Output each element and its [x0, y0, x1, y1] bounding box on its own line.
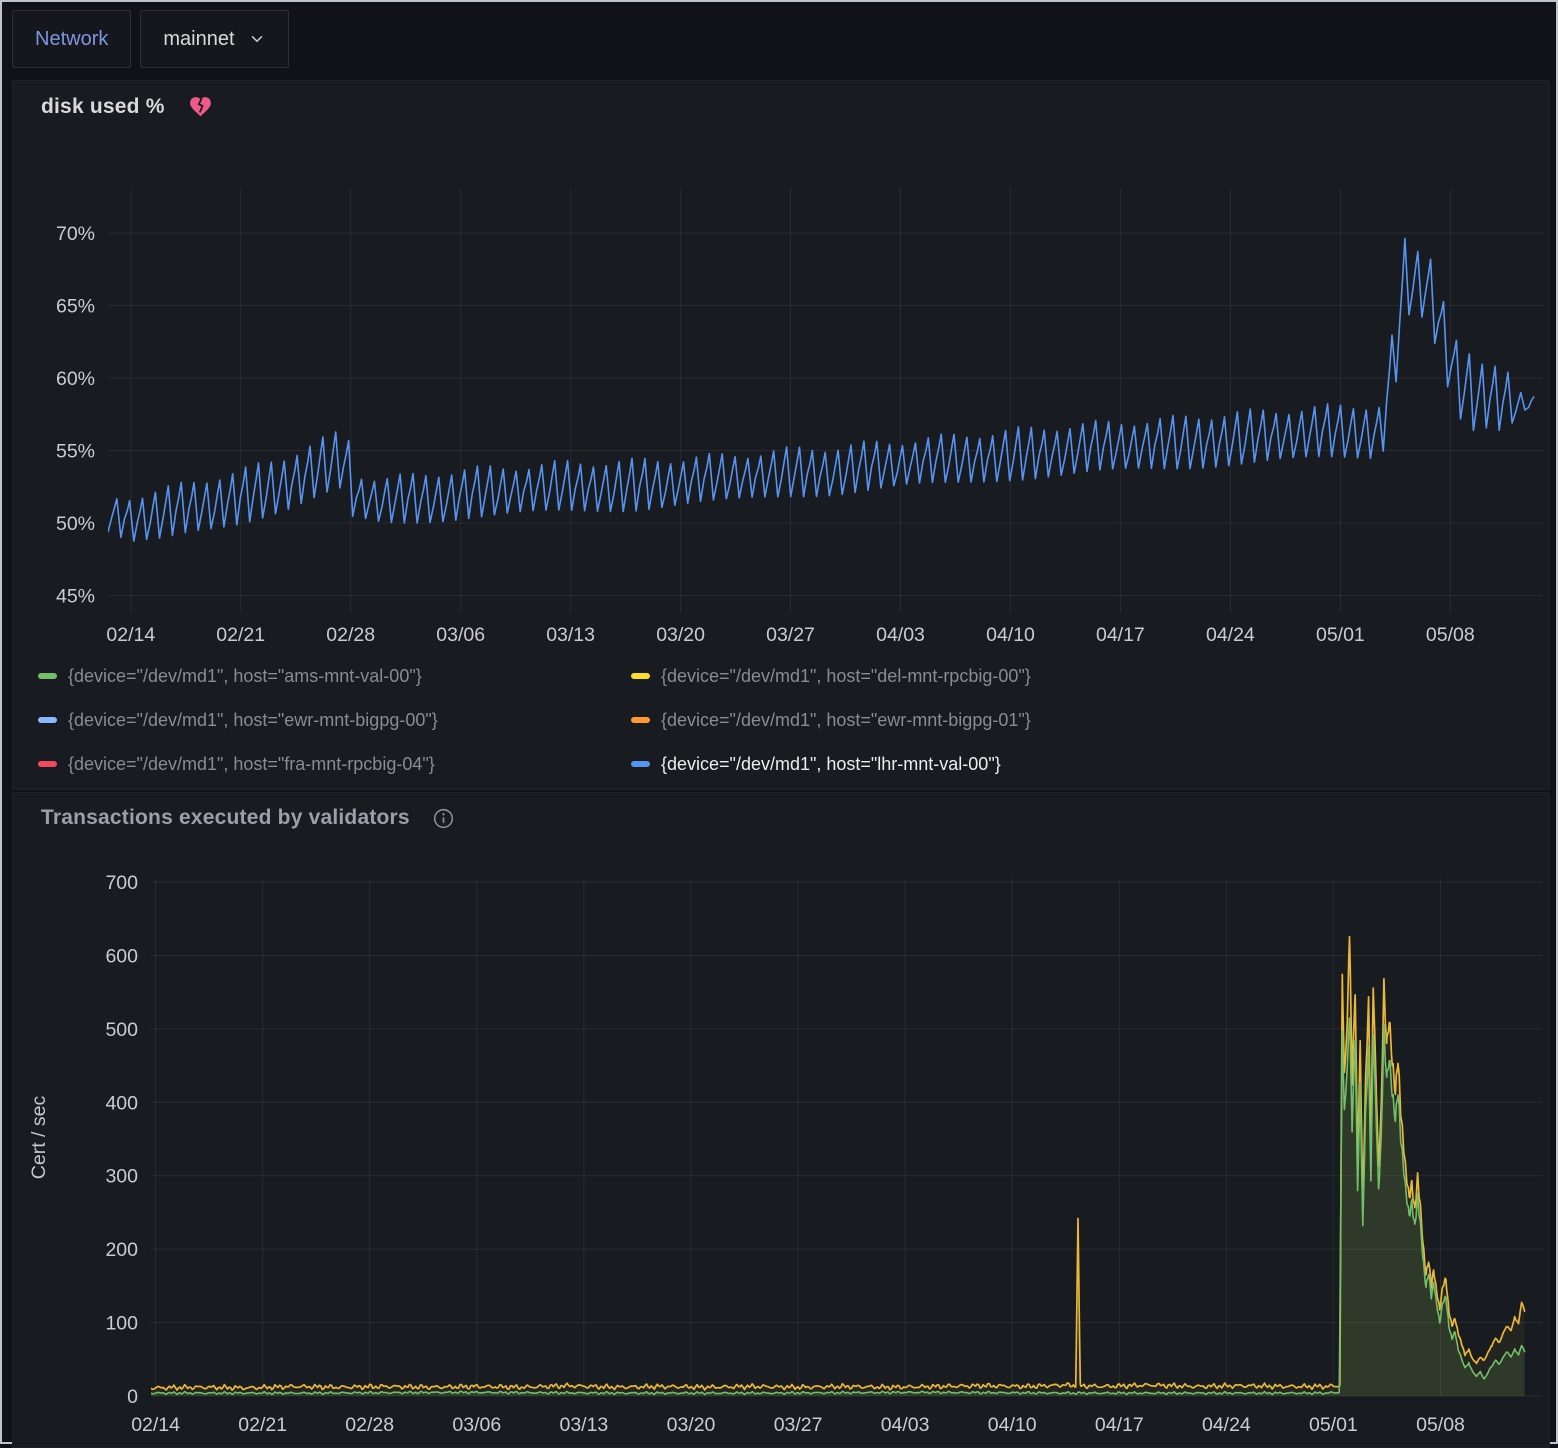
svg-text:02/21: 02/21: [216, 624, 265, 646]
svg-text:45%: 45%: [56, 586, 95, 608]
svg-text:05/01: 05/01: [1316, 624, 1365, 646]
svg-text:05/08: 05/08: [1416, 1414, 1465, 1436]
svg-text:05/01: 05/01: [1309, 1414, 1358, 1436]
svg-text:03/06: 03/06: [452, 1414, 501, 1436]
variable-selected-value[interactable]: mainnet: [163, 28, 234, 51]
legend-label: {device="/dev/md1", host="ams-mnt-val-00…: [68, 666, 422, 687]
disk-used-chart[interactable]: 02/14 02/21 02/28 03/06 03/13 03/20 03/27 04/03…: [13, 81, 1551, 659]
series-color-chip: [631, 673, 650, 679]
variable-toolbar: Network mainnet: [12, 10, 289, 68]
legend-item[interactable]: {device="/dev/md1", host="ams-mnt-val-00…: [38, 661, 631, 691]
chart-legend: {device="/dev/md1", host="ams-mnt-val-00…: [13, 661, 1551, 779]
svg-text:03/20: 03/20: [656, 624, 705, 646]
panel-title-transactions[interactable]: Transactions executed by validators: [41, 806, 410, 830]
svg-text:70%: 70%: [56, 223, 95, 245]
svg-text:04/10: 04/10: [988, 1414, 1037, 1436]
svg-text:02/21: 02/21: [238, 1414, 287, 1436]
svg-text:03/27: 03/27: [766, 624, 815, 646]
svg-text:03/27: 03/27: [774, 1414, 823, 1436]
svg-text:03/13: 03/13: [546, 624, 595, 646]
legend-label: {device="/dev/md1", host="ewr-mnt-bigpg-…: [661, 710, 1031, 731]
svg-text:50%: 50%: [56, 513, 95, 535]
svg-text:03/13: 03/13: [559, 1414, 608, 1436]
svg-text:04/24: 04/24: [1202, 1414, 1251, 1436]
panel-title-disk-used[interactable]: disk used %: [41, 95, 165, 119]
svg-text:0: 0: [127, 1386, 138, 1408]
legend-label: {device="/dev/md1", host="ewr-mnt-bigpg-…: [68, 710, 438, 731]
series-color-chip: [38, 717, 57, 723]
svg-text:04/10: 04/10: [986, 624, 1035, 646]
svg-text:02/14: 02/14: [106, 624, 155, 646]
svg-text:400: 400: [105, 1092, 138, 1114]
svg-text:02/28: 02/28: [345, 1414, 394, 1436]
svg-text:300: 300: [105, 1166, 138, 1188]
legend-item[interactable]: {device="/dev/md1", host="del-mnt-rpcbig…: [631, 661, 1551, 691]
svg-text:100: 100: [105, 1313, 138, 1335]
info-icon[interactable]: [432, 807, 455, 830]
legend-label: {device="/dev/md1", host="lhr-mnt-val-00…: [661, 754, 1001, 775]
svg-text:700: 700: [105, 872, 138, 894]
grafana-dashboard: { "toolbar": { "variable_label": "Networ…: [0, 0, 1558, 1444]
legend-item[interactable]: {device="/dev/md1", host="lhr-mnt-val-00…: [631, 749, 1551, 779]
chevron-down-icon: [248, 30, 266, 48]
svg-text:04/17: 04/17: [1095, 1414, 1144, 1436]
series-color-chip: [38, 673, 57, 679]
series-color-chip: [631, 717, 650, 723]
svg-text:600: 600: [105, 945, 138, 967]
svg-text:200: 200: [105, 1239, 138, 1261]
legend-item[interactable]: {device="/dev/md1", host="ewr-mnt-bigpg-…: [631, 705, 1551, 735]
variable-label-box: Network: [12, 10, 131, 68]
svg-text:Cert / sec: Cert / sec: [28, 1096, 50, 1180]
broken-heart-icon: [187, 94, 214, 119]
svg-text:500: 500: [105, 1019, 138, 1041]
svg-text:04/24: 04/24: [1206, 624, 1255, 646]
panel-disk-used: disk used % 02/14 02/21 02/28 03/06 03/13 03/…: [12, 80, 1550, 790]
legend-label: {device="/dev/md1", host="fra-mnt-rpcbig…: [68, 754, 435, 775]
legend-item[interactable]: {device="/dev/md1", host="ewr-mnt-bigpg-…: [38, 705, 631, 735]
svg-text:65%: 65%: [56, 296, 95, 318]
legend-item[interactable]: {device="/dev/md1", host="fra-mnt-rpcbig…: [38, 749, 631, 779]
svg-text:55%: 55%: [56, 441, 95, 463]
variable-label: Network: [35, 28, 108, 51]
series-color-chip: [631, 761, 650, 767]
svg-text:04/17: 04/17: [1096, 624, 1145, 646]
panel-transactions: Transactions executed by validators 02/1…: [12, 792, 1550, 1448]
svg-text:02/28: 02/28: [326, 624, 375, 646]
series-color-chip: [38, 761, 57, 767]
svg-text:60%: 60%: [56, 368, 95, 390]
svg-text:04/03: 04/03: [881, 1414, 930, 1436]
svg-text:03/06: 03/06: [436, 624, 485, 646]
svg-text:05/08: 05/08: [1426, 624, 1475, 646]
transactions-chart[interactable]: 02/14 02/21 02/28 03/06 03/13 03/20 03/27 04/03…: [13, 793, 1551, 1447]
legend-label: {device="/dev/md1", host="del-mnt-rpcbig…: [661, 666, 1031, 687]
svg-text:02/14: 02/14: [131, 1414, 180, 1436]
network-variable-dropdown[interactable]: mainnet: [140, 10, 288, 68]
svg-text:03/20: 03/20: [667, 1414, 716, 1436]
svg-text:04/03: 04/03: [876, 624, 925, 646]
